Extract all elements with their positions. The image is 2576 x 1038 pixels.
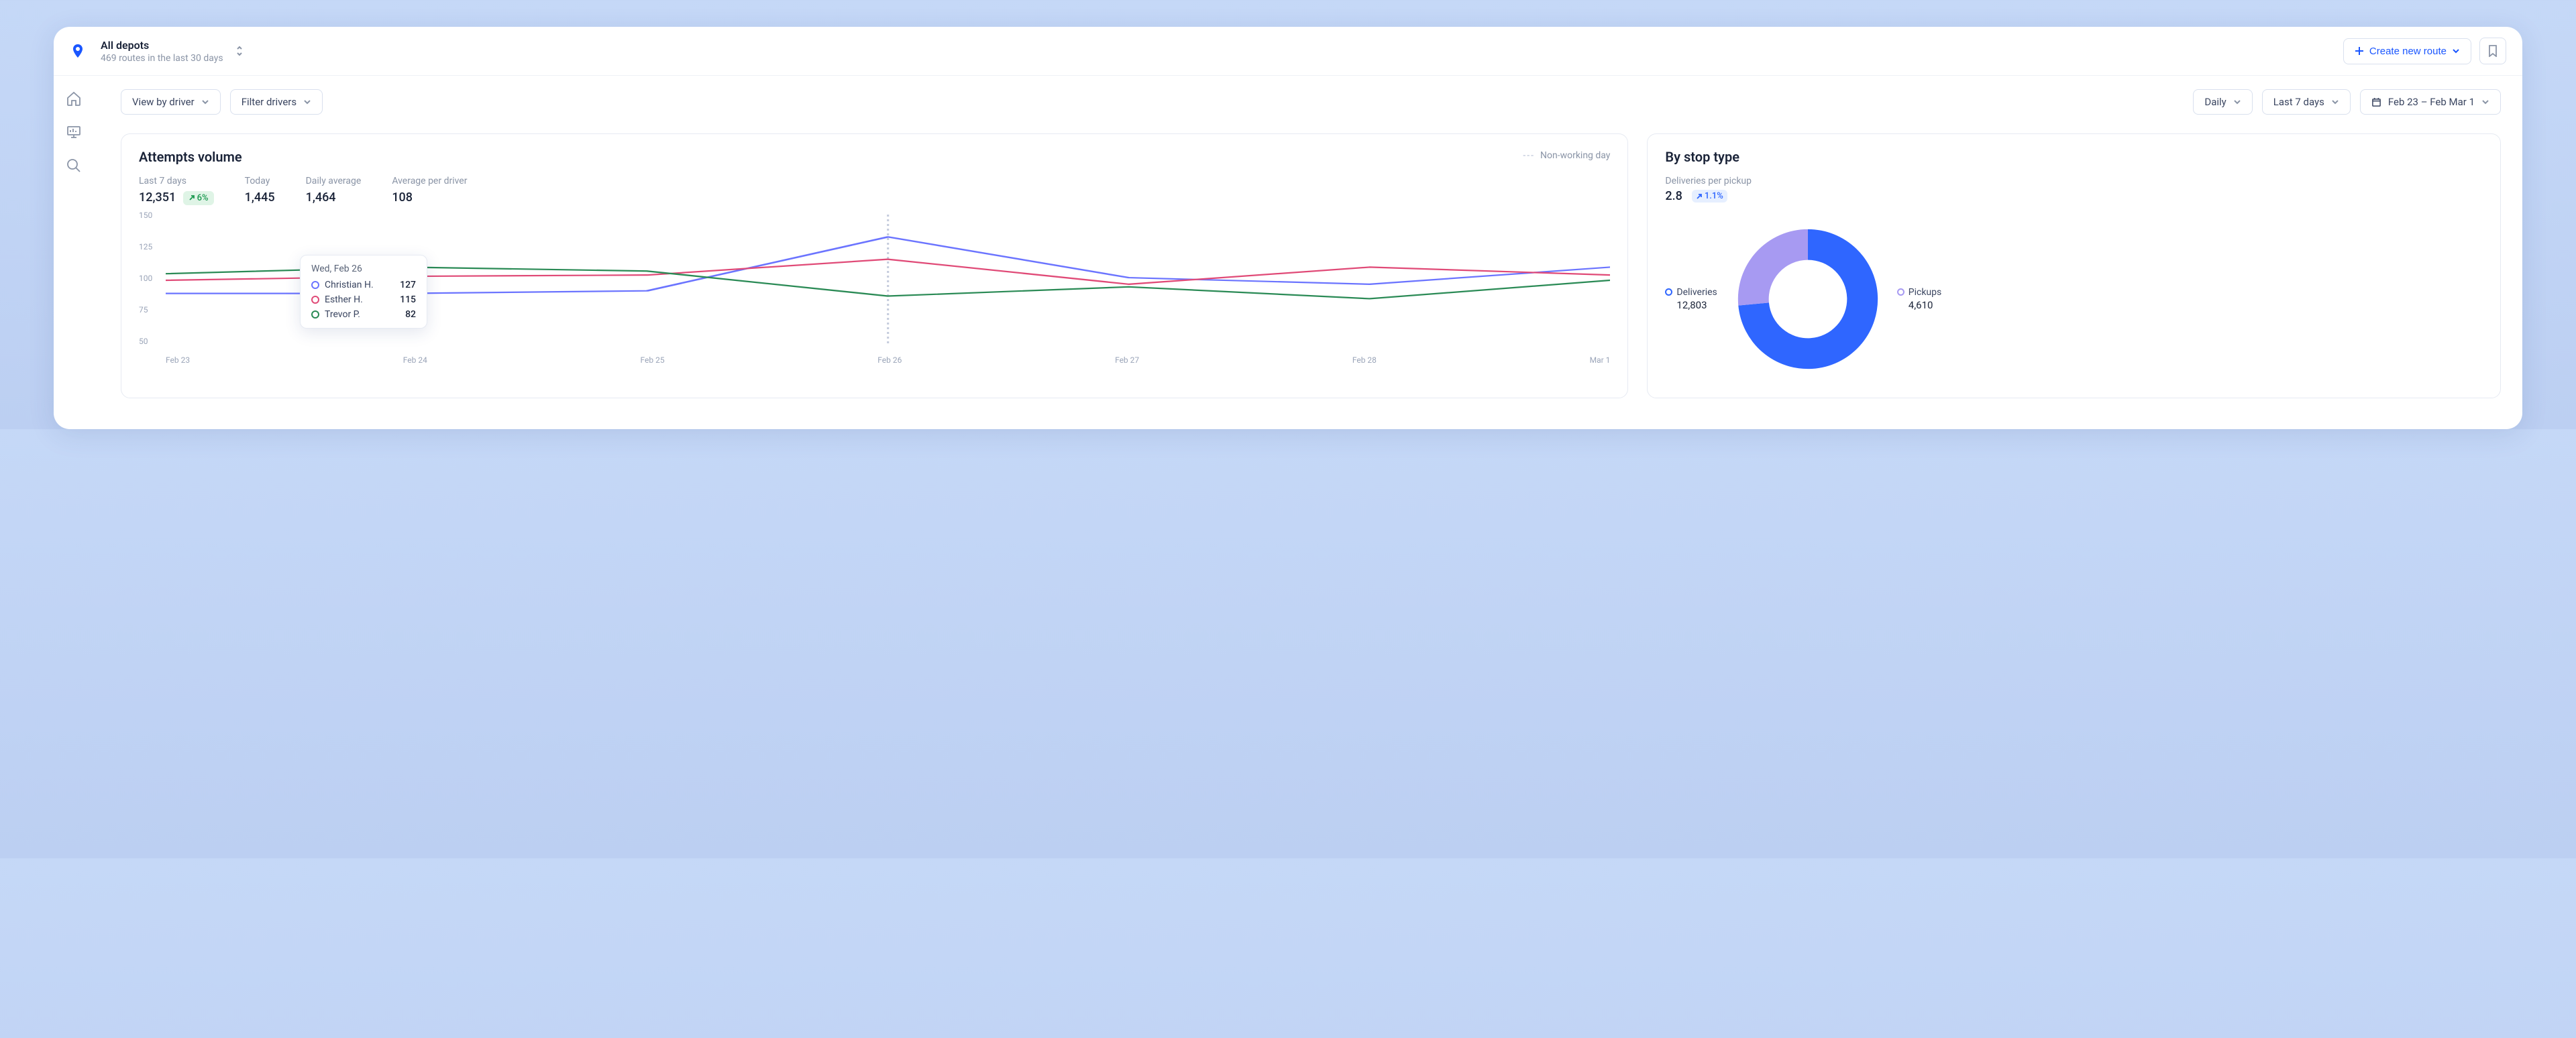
nonworking-legend: --- Non-working day [1523, 150, 1610, 161]
stoptype-ratio: 2.8 1.1% [1665, 189, 2483, 203]
deliveries-value: 12,803 [1676, 299, 1717, 311]
granularity-select[interactable]: Daily [2193, 89, 2252, 115]
date-range-select[interactable]: Feb 23 – Feb Mar 1 [2360, 89, 2501, 115]
tooltip-row: Trevor P. 82 [311, 309, 416, 320]
filter-drivers-select[interactable]: Filter drivers [230, 89, 323, 115]
attempts-panel: Attempts volume --- Non-working day Last… [121, 133, 1628, 398]
stat-today-value: 1,445 [245, 190, 275, 205]
tooltip-row: Christian H. 127 [311, 280, 416, 290]
stoptype-panel: By stop type Deliveries per pickup 2.8 1… [1647, 133, 2501, 398]
chevron-down-icon [201, 98, 209, 106]
chevron-down-icon [303, 98, 311, 106]
y-axis: 1501251007550 [139, 211, 152, 346]
home-icon[interactable] [66, 91, 82, 107]
donut-row: Deliveries 12,803 Pickups 4,610 [1665, 215, 2483, 383]
depot-title: All depots [101, 39, 223, 52]
chevron-down-icon [2331, 98, 2339, 106]
stoptype-subtitle: Deliveries per pickup [1665, 176, 2483, 186]
create-route-button[interactable]: Create new route [2343, 38, 2471, 64]
chevron-updown-icon [235, 45, 244, 57]
filter-drivers-label: Filter drivers [241, 96, 297, 108]
stat-today-label: Today [245, 176, 275, 186]
donut-legend-pickups: Pickups 4,610 [1897, 287, 1941, 311]
range-label: Last 7 days [2273, 96, 2324, 108]
content: View by driver Filter drivers Daily Last… [94, 76, 2522, 429]
body: View by driver Filter drivers Daily Last… [54, 76, 2522, 429]
attempts-title: Attempts volume [139, 149, 1610, 165]
stat-avg-value: 1,464 [306, 190, 362, 205]
delta-badge: 6% [183, 191, 214, 205]
stoptype-title: By stop type [1665, 149, 2483, 165]
chevron-down-icon [2481, 98, 2489, 106]
donut-chart [1724, 215, 1892, 383]
stat-last7-label: Last 7 days [139, 176, 214, 186]
stat-avg-label: Daily average [306, 176, 362, 186]
attempts-stats: Last 7 days 12,351 6% Today 1 [139, 176, 1610, 205]
calendar-icon [2371, 97, 2381, 107]
depot-selector[interactable]: All depots 469 routes in the last 30 day… [101, 39, 244, 64]
stat-perdriver-value: 108 [392, 190, 467, 205]
chart-tooltip: Wed, Feb 26 Christian H. 127 Esther H. 1… [300, 255, 427, 329]
filter-row: View by driver Filter drivers Daily Last… [121, 89, 2501, 115]
plot-area: Wed, Feb 26 Christian H. 127 Esther H. 1… [166, 215, 1610, 346]
date-range-label: Feb 23 – Feb Mar 1 [2388, 96, 2475, 108]
topbar: All depots 469 routes in the last 30 day… [54, 27, 2522, 76]
delta-badge: 1.1% [1692, 190, 1727, 203]
search-icon[interactable] [66, 158, 82, 174]
plus-icon [2355, 46, 2364, 56]
donut-legend-deliveries: Deliveries 12,803 [1665, 287, 1717, 311]
range-select[interactable]: Last 7 days [2262, 89, 2351, 115]
sidenav [54, 76, 94, 429]
depot-subtitle: 469 routes in the last 30 days [101, 53, 223, 64]
location-pin-icon [70, 43, 86, 59]
bookmark-button[interactable] [2479, 38, 2506, 64]
granularity-label: Daily [2204, 96, 2226, 108]
view-by-select[interactable]: View by driver [121, 89, 221, 115]
tooltip-title: Wed, Feb 26 [311, 264, 416, 274]
pickups-value: 4,610 [1909, 299, 1941, 311]
x-axis: Feb 23Feb 24Feb 25Feb 26Feb 27Feb 28Mar … [166, 355, 1610, 365]
create-route-label: Create new route [2369, 46, 2447, 57]
line-chart: 1501251007550 Wed, Feb 26 Christian H. 1… [139, 211, 1610, 365]
view-by-label: View by driver [132, 96, 195, 108]
dash-icon: --- [1523, 150, 1535, 161]
nonworking-label: Non-working day [1540, 150, 1610, 161]
stat-perdriver-label: Average per driver [392, 176, 467, 186]
chevron-down-icon [2233, 98, 2241, 106]
app-window: All depots 469 routes in the last 30 day… [54, 27, 2522, 429]
panels: Attempts volume --- Non-working day Last… [121, 133, 2501, 398]
presentation-icon[interactable] [66, 124, 82, 140]
tooltip-row: Esther H. 115 [311, 294, 416, 305]
stat-last7-value: 12,351 6% [139, 190, 214, 205]
chevron-down-icon [2452, 47, 2460, 55]
